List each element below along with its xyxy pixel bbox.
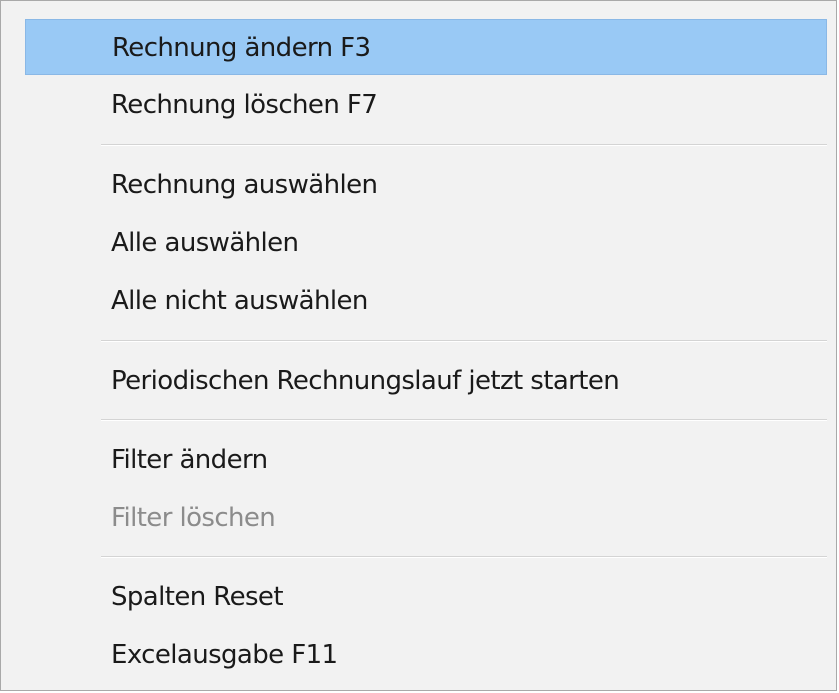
menu-item-rechnung-aendern[interactable]: Rechnung ändern F3 (25, 19, 827, 75)
menu-item-alle-nicht-auswaehlen[interactable]: Alle nicht auswählen (25, 273, 827, 329)
context-menu: Rechnung ändern F3 Rechnung löschen F7 R… (0, 0, 837, 691)
menu-item-rechnung-loeschen[interactable]: Rechnung löschen F7 (25, 77, 827, 133)
menu-item-filter-loeschen: Filter löschen (25, 490, 827, 546)
menu-item-label: Rechnung ändern F3 (112, 33, 371, 63)
menu-item-label: Filter löschen (111, 503, 276, 533)
menu-item-label: Rechnung auswählen (111, 170, 378, 200)
menu-item-alle-auswaehlen[interactable]: Alle auswählen (25, 215, 827, 271)
menu-item-label: Filter ändern (111, 445, 268, 475)
menu-item-label: Alle auswählen (111, 228, 299, 258)
menu-separator (101, 340, 827, 342)
menu-item-label: Spalten Reset (111, 582, 284, 612)
menu-item-label: Excelausgabe F11 (111, 640, 338, 670)
menu-item-rechnung-auswaehlen[interactable]: Rechnung auswählen (25, 157, 827, 213)
menu-item-filter-aendern[interactable]: Filter ändern (25, 432, 827, 488)
menu-separator (101, 556, 827, 558)
menu-item-label: Alle nicht auswählen (111, 286, 368, 316)
menu-item-label: Periodischen Rechnungslauf jetzt starten (111, 366, 620, 396)
menu-item-spalten-reset[interactable]: Spalten Reset (25, 569, 827, 625)
menu-item-excelausgabe[interactable]: Excelausgabe F11 (25, 627, 827, 683)
menu-item-label: Rechnung löschen F7 (111, 90, 378, 120)
menu-item-rechnungslauf-starten[interactable]: Periodischen Rechnungslauf jetzt starten (25, 353, 827, 409)
menu-separator (101, 144, 827, 146)
menu-separator (101, 419, 827, 421)
